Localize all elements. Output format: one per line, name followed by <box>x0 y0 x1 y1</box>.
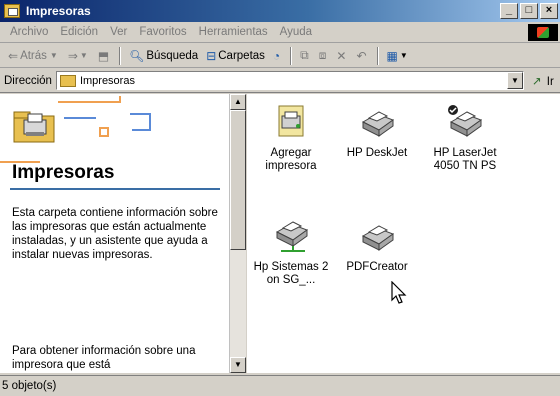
printers-folder-icon <box>59 74 76 87</box>
printers-list: Agregar impresora HP DeskJet HP LaserJet… <box>247 94 560 373</box>
menu-herramientas[interactable]: Herramientas <box>193 26 274 38</box>
info-pane-description: Esta carpeta contiene información sobre … <box>12 207 218 261</box>
default-printer-icon <box>448 105 483 137</box>
printer-label: Agregar impresora <box>265 147 317 172</box>
forward-arrow-icon: ⇒ <box>67 48 78 63</box>
toolbar-separator <box>376 46 379 65</box>
folders-button[interactable]: ⊟ Carpetas <box>202 46 269 66</box>
printers-folder-icon <box>13 111 55 143</box>
window-title: Impresoras <box>26 4 91 18</box>
views-dropdown-icon: ▼ <box>399 51 408 60</box>
title-bar: Impresoras _ □ × <box>0 0 560 22</box>
folders-label: Carpetas <box>218 49 265 62</box>
printer-label: PDFCreator <box>346 261 408 273</box>
back-label: Atrás <box>20 49 47 62</box>
scroll-thumb[interactable] <box>230 110 246 250</box>
history-button[interactable]: ◔ <box>269 46 286 66</box>
back-arrow-icon: ⇐ <box>8 48 19 63</box>
printers-folder-icon <box>4 4 20 18</box>
copy-to-button[interactable]: ⧈ <box>315 46 333 66</box>
printer-item-pdfcreator[interactable]: PDFCreator <box>335 218 419 274</box>
toolbar-separator <box>119 46 122 65</box>
scroll-down-button[interactable]: ▼ <box>230 357 246 373</box>
printer-icon <box>361 225 395 251</box>
address-bar: Dirección Impresoras ▼ ↗ Ir <box>0 69 560 93</box>
menu-archivo[interactable]: Archivo <box>4 26 54 38</box>
address-value: Impresoras <box>79 74 135 87</box>
delete-icon: ✕ <box>336 48 347 63</box>
go-button[interactable]: ↗ Ir <box>532 74 554 88</box>
printer-label: HP LaserJet 4050 TN PS <box>433 147 497 172</box>
move-to-button[interactable]: ⧉ <box>296 46 315 66</box>
windows-logo-icon <box>528 24 558 41</box>
close-button[interactable]: × <box>540 3 558 19</box>
add-printer-icon <box>278 105 304 137</box>
go-label: Ir <box>546 75 554 88</box>
menu-bar: Archivo Edición Ver Favoritos Herramient… <box>0 22 560 43</box>
undo-button[interactable]: ↶ <box>352 46 372 66</box>
status-bar: 5 objeto(s) <box>0 375 560 396</box>
info-pane-more-text: Para obtener información sobre una impre… <box>12 345 196 371</box>
toolbar: ⇐ Atrás ▼ ⇒ ▼ ⬒ 🔍︎ Búsqueda ⊟ Carpetas ◔… <box>0 44 560 68</box>
forward-button[interactable]: ⇒ ▼ <box>64 46 94 66</box>
printer-item-hp-laserjet[interactable]: HP LaserJet 4050 TN PS <box>423 104 507 173</box>
printer-item-hp-sistemas[interactable]: Hp Sistemas 2 on SG_... <box>249 218 333 287</box>
address-input[interactable]: Impresoras ▼ <box>55 71 524 90</box>
history-icon: ◔ <box>272 48 281 63</box>
up-folder-button[interactable]: ⬒ <box>94 46 115 66</box>
up-folder-icon: ⬒ <box>97 48 110 63</box>
undo-icon: ↶ <box>356 48 367 63</box>
toolbar-separator <box>290 46 293 65</box>
maximize-button[interactable]: □ <box>520 3 538 19</box>
menu-favoritos[interactable]: Favoritos <box>133 26 192 38</box>
printer-label: Hp Sistemas 2 on SG_... <box>253 261 329 286</box>
title-divider <box>10 188 220 190</box>
delete-button[interactable]: ✕ <box>332 46 352 66</box>
views-button[interactable]: ▦ ▼ <box>383 46 414 66</box>
printer-item-hp-deskjet[interactable]: HP DeskJet <box>335 104 419 160</box>
info-pane: Impresoras Esta carpeta contiene informa… <box>0 94 229 373</box>
printer-icon <box>361 111 395 137</box>
scroll-up-button[interactable]: ▲ <box>230 94 246 110</box>
search-button[interactable]: 🔍︎ Búsqueda <box>125 46 202 66</box>
printer-item-add[interactable]: Agregar impresora <box>249 104 333 173</box>
move-to-icon: ⧉ <box>300 48 309 62</box>
views-icon: ▦ <box>386 48 398 63</box>
printer-label: HP DeskJet <box>346 147 408 159</box>
forward-dropdown-icon: ▼ <box>79 51 88 60</box>
search-label: Búsqueda <box>146 49 199 62</box>
menu-edicion[interactable]: Edición <box>54 26 104 38</box>
copy-to-icon: ⧈ <box>318 48 327 62</box>
window-controls: _ □ × <box>500 3 558 19</box>
minimize-button[interactable]: _ <box>500 3 518 19</box>
mouse-cursor-icon <box>391 281 407 304</box>
go-arrow-icon: ↗ <box>531 75 542 88</box>
info-pane-title: Impresoras <box>12 162 115 183</box>
folders-icon: ⊟ <box>206 48 217 63</box>
search-icon: 🔍︎ <box>129 48 145 63</box>
menu-ayuda[interactable]: Ayuda <box>274 26 318 38</box>
network-printer-icon <box>275 221 309 252</box>
info-pane-scrollbar[interactable]: ▲ ▼ <box>229 94 246 373</box>
address-dropdown-icon[interactable]: ▼ <box>506 72 523 89</box>
menu-ver[interactable]: Ver <box>104 26 133 38</box>
status-text: 5 objeto(s) <box>2 380 57 392</box>
back-button[interactable]: ⇐ Atrás ▼ <box>4 46 64 66</box>
back-dropdown-icon: ▼ <box>49 51 58 60</box>
address-label: Dirección <box>4 74 52 87</box>
